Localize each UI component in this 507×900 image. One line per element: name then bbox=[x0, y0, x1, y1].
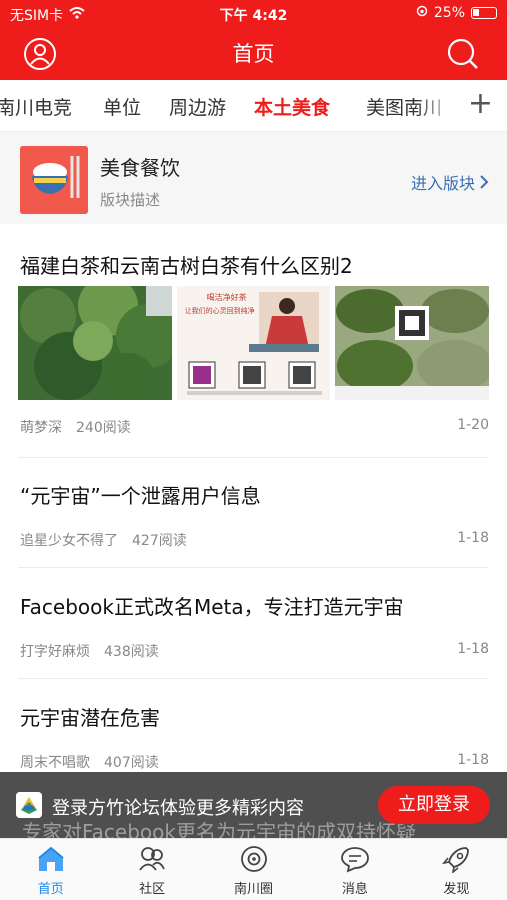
food-bowl-icon bbox=[20, 146, 88, 214]
block-description: 版块描述 bbox=[100, 191, 161, 209]
bottom-navigation: 首页 社区 南川圈 消息 发现 bbox=[0, 838, 507, 900]
battery-icon bbox=[471, 7, 497, 19]
post-reads: 438阅读 bbox=[104, 644, 159, 660]
post-author: 追星少女不得了 bbox=[20, 533, 118, 549]
page-title: 首页 bbox=[232, 42, 275, 66]
app-logo-icon bbox=[16, 792, 42, 818]
post-date: 1-20 bbox=[457, 417, 489, 433]
nav-discover[interactable]: 发现 bbox=[406, 839, 507, 900]
add-channel-button[interactable]: + bbox=[461, 86, 493, 121]
app-header: 首页 bbox=[0, 28, 507, 80]
post-item[interactable]: 福建白茶和云南古树白茶有什么区别2 喝洁净好茶 让我们的心灵回到纯净 萌梦深 2… bbox=[18, 228, 490, 458]
battery-percent: 25% bbox=[433, 5, 465, 21]
tea-garden-image[interactable] bbox=[18, 286, 172, 400]
post-title: 福建白茶和云南古树白茶有什么区别2 bbox=[20, 254, 353, 278]
home-icon bbox=[38, 846, 64, 871]
post-meta: 追星少女不得了 427阅读 bbox=[20, 530, 187, 550]
post-meta: 周末不唱歌 407阅读 bbox=[20, 752, 159, 772]
post-reads: 427阅读 bbox=[132, 533, 187, 549]
community-icon bbox=[139, 847, 165, 871]
nav-messages[interactable]: 消息 bbox=[304, 839, 405, 900]
nav-nanchuan-circle-label: 南川圈 bbox=[234, 882, 274, 897]
post-author: 周末不唱歌 bbox=[20, 755, 90, 771]
login-prompt-banner: 专家对Facebook更名为元宇宙的成双持怀疑 登录方竹论坛体验更多精彩内容 立… bbox=[0, 772, 507, 844]
post-reads: 240阅读 bbox=[76, 420, 131, 436]
post-thumbnails: 喝洁净好茶 让我们的心灵回到纯净 bbox=[18, 286, 490, 400]
nav-community[interactable]: 社区 bbox=[101, 839, 202, 900]
tea-poster-image[interactable]: 喝洁净好茶 让我们的心灵回到纯净 bbox=[176, 286, 331, 400]
top-bar: 无SIM卡 下午 4:42 25% 首页 bbox=[0, 0, 507, 80]
chevron-right-icon bbox=[480, 175, 489, 189]
channel-tabs: 南川电竞 单位 周边游 本土美食 美图南川 + bbox=[0, 80, 507, 132]
nav-discover-label: 发现 bbox=[443, 882, 470, 897]
post-meta: 打字好麻烦 438阅读 bbox=[20, 641, 159, 661]
poster-headline: 喝洁净好茶 bbox=[206, 293, 247, 302]
enter-block-label: 进入版块 bbox=[410, 174, 475, 193]
post-reads: 407阅读 bbox=[104, 755, 159, 771]
login-prompt-text: 登录方竹论坛体验更多精彩内容 bbox=[52, 798, 304, 819]
post-meta: 萌梦深 240阅读 bbox=[20, 417, 131, 437]
tab-local-food[interactable]: 本土美食 bbox=[254, 93, 330, 120]
nav-home[interactable]: 首页 bbox=[0, 839, 101, 900]
post-date: 1-18 bbox=[457, 641, 489, 657]
post-item[interactable]: Facebook正式改名Meta，专注打造元宇宙 打字好麻烦 438阅读 1-18 bbox=[18, 568, 489, 679]
nav-community-label: 社区 bbox=[139, 882, 166, 897]
post-item[interactable]: “元宇宙”一个泄露用户信息 追星少女不得了 427阅读 1-18 bbox=[18, 458, 489, 568]
search-icon bbox=[447, 38, 478, 69]
post-date: 1-18 bbox=[457, 752, 489, 768]
nav-messages-label: 消息 bbox=[341, 882, 368, 897]
nav-home-label: 首页 bbox=[37, 882, 64, 897]
message-icon bbox=[341, 847, 369, 873]
post-author: 萌梦深 bbox=[20, 420, 62, 436]
post-title: 元宇宙潜在危害 bbox=[20, 706, 160, 730]
circle-icon bbox=[240, 846, 267, 872]
post-title: Facebook正式改名Meta，专注打造元宇宙 bbox=[20, 595, 404, 619]
nav-nanchuan-circle[interactable]: 南川圈 bbox=[203, 839, 304, 900]
poster-subline: 让我们的心灵回到纯净 bbox=[184, 307, 255, 315]
enter-block-link[interactable]: 进入版块 bbox=[411, 170, 489, 194]
post-author: 打字好麻烦 bbox=[20, 644, 90, 660]
forum-block-card[interactable]: 美食餐饮 版块描述 进入版块 bbox=[0, 132, 507, 224]
tea-leaves-qr-image[interactable] bbox=[335, 286, 490, 400]
login-now-button[interactable]: 立即登录 bbox=[378, 786, 490, 824]
search-button[interactable] bbox=[445, 36, 481, 72]
tab-nanchuan-esports[interactable]: 南川电竞 bbox=[0, 93, 72, 120]
post-date: 1-18 bbox=[457, 530, 489, 546]
rocket-icon bbox=[442, 847, 470, 874]
tab-nearby-travel[interactable]: 周边游 bbox=[169, 93, 226, 120]
block-name: 美食餐饮 bbox=[100, 156, 180, 180]
tab-units[interactable]: 单位 bbox=[103, 93, 141, 120]
status-bar: 无SIM卡 下午 4:42 25% bbox=[0, 0, 507, 28]
post-title: “元宇宙”一个泄露用户信息 bbox=[20, 484, 261, 508]
orientation-lock-icon bbox=[416, 5, 428, 21]
